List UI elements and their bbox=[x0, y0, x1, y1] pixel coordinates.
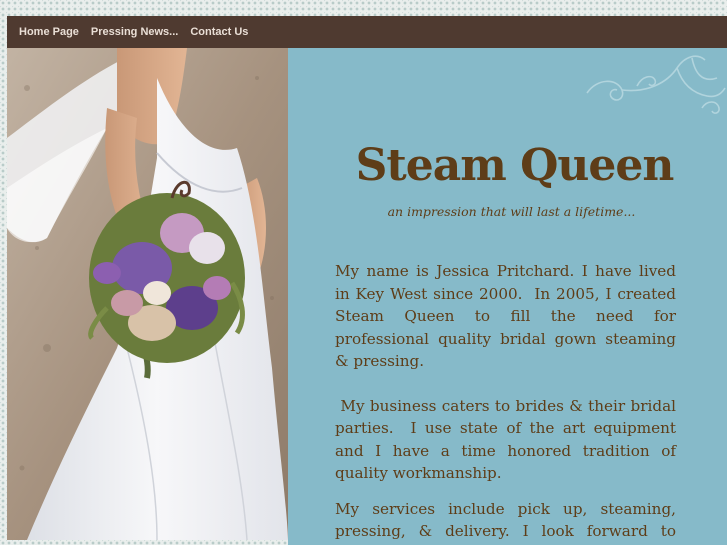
bride-with-bouquet-image bbox=[7, 48, 288, 540]
site-title: Steam Queen bbox=[355, 140, 675, 191]
content-panel: Steam Queen an impression that will last… bbox=[288, 48, 727, 545]
paragraph-services: My services include pick up, steaming, p… bbox=[335, 499, 676, 545]
decorative-swirl-icon bbox=[586, 55, 726, 114]
site-tagline: an impression that will last a lifetime.… bbox=[387, 204, 636, 219]
paragraph-about: My name is Jessica Pritchard. I have liv… bbox=[335, 262, 681, 370]
nav-contact-us[interactable]: Contact Us bbox=[190, 26, 248, 38]
paragraph-business: My business caters to brides & their bri… bbox=[335, 396, 681, 483]
main-navbar: Home Page Pressing News... Contact Us bbox=[7, 16, 727, 48]
nav-home-page[interactable]: Home Page bbox=[19, 26, 79, 38]
intro-text: My name is Jessica Pritchard. I have liv… bbox=[335, 260, 676, 545]
nav-pressing-news[interactable]: Pressing News... bbox=[91, 26, 178, 38]
top-pattern-strip bbox=[0, 0, 727, 16]
bride-photo bbox=[7, 48, 288, 540]
